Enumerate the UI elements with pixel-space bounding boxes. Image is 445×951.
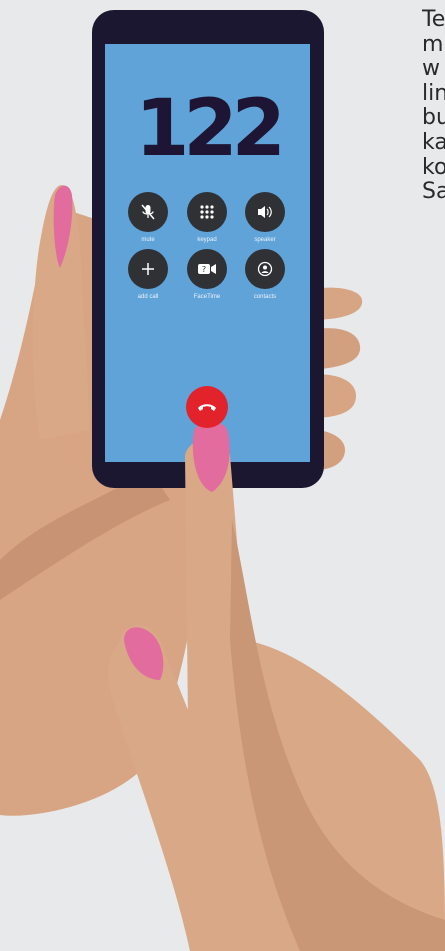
keypad-button[interactable] — [187, 192, 227, 232]
side-text-line: w — [422, 56, 440, 82]
side-paragraph: Te m w lin bu ka ko Sa — [422, 8, 445, 205]
dialed-number: 122 — [135, 84, 286, 174]
add-icon — [142, 263, 154, 275]
mute-icon — [141, 204, 155, 220]
side-text-line: ka — [422, 129, 445, 155]
contacts-icon — [257, 261, 273, 277]
side-text-line: lin — [422, 80, 445, 106]
add-call-label: add call — [137, 294, 159, 300]
keypad-icon — [200, 205, 214, 219]
svg-text:?: ? — [202, 265, 206, 274]
mute-button[interactable] — [128, 192, 168, 232]
side-text-line: bu — [422, 105, 445, 131]
contacts-label: contacts — [253, 294, 277, 300]
keypad-label: keypad — [197, 237, 217, 243]
facetime-button[interactable]: ? — [187, 249, 227, 289]
side-text-line: Te — [422, 8, 445, 32]
phone-hangup-icon — [198, 404, 216, 411]
mute-label: mute — [141, 237, 155, 243]
speaker-button[interactable] — [245, 192, 285, 232]
speaker-icon — [258, 206, 272, 218]
contacts-button[interactable] — [245, 249, 285, 289]
add-call-button[interactable] — [128, 249, 168, 289]
side-text-line: Sa — [422, 179, 445, 205]
facetime-label: FaceTime — [193, 294, 221, 300]
facetime-icon: ? — [198, 264, 216, 274]
phone-screen: 122 mute keypad speaker add call ? FaceT… — [105, 44, 310, 462]
end-call-button[interactable] — [186, 386, 228, 428]
speaker-label: speaker — [254, 237, 276, 243]
side-text-line: ko — [422, 154, 445, 180]
side-text-line: m — [422, 31, 444, 57]
